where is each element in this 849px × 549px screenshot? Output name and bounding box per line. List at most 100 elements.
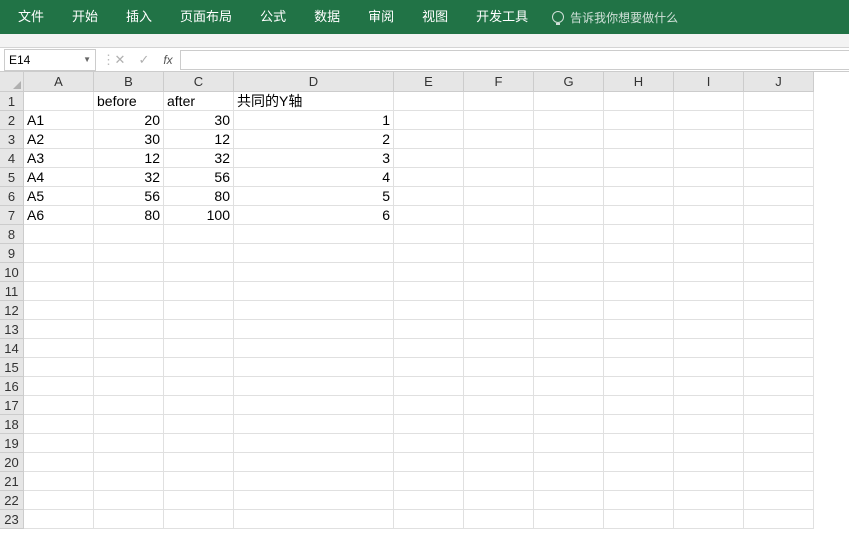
cell[interactable]: 80 — [164, 187, 234, 206]
cell[interactable] — [394, 358, 464, 377]
cell[interactable]: 4 — [234, 168, 394, 187]
cell[interactable] — [674, 244, 744, 263]
cell[interactable] — [744, 377, 814, 396]
cell[interactable] — [24, 282, 94, 301]
cell[interactable] — [534, 415, 604, 434]
ribbon-tab[interactable]: 开发工具 — [462, 0, 542, 34]
cell[interactable] — [674, 396, 744, 415]
cell[interactable] — [234, 396, 394, 415]
cell[interactable] — [164, 472, 234, 491]
row-header[interactable]: 1 — [0, 92, 24, 111]
cell[interactable]: A4 — [24, 168, 94, 187]
cell[interactable] — [94, 472, 164, 491]
cell[interactable] — [94, 377, 164, 396]
row-header[interactable]: 9 — [0, 244, 24, 263]
row-header[interactable]: 4 — [0, 149, 24, 168]
row-header[interactable]: 17 — [0, 396, 24, 415]
cell[interactable] — [394, 187, 464, 206]
cell[interactable] — [744, 396, 814, 415]
cell[interactable] — [604, 187, 674, 206]
cell[interactable] — [604, 168, 674, 187]
cell[interactable] — [164, 320, 234, 339]
cell[interactable] — [464, 244, 534, 263]
cell[interactable] — [24, 320, 94, 339]
cell[interactable] — [164, 244, 234, 263]
cell[interactable] — [674, 358, 744, 377]
cell[interactable] — [744, 168, 814, 187]
cell[interactable] — [394, 510, 464, 529]
column-header[interactable]: H — [604, 72, 674, 92]
row-header[interactable]: 3 — [0, 130, 24, 149]
cell[interactable] — [744, 263, 814, 282]
cell[interactable] — [674, 377, 744, 396]
cell[interactable] — [464, 130, 534, 149]
cell[interactable] — [604, 396, 674, 415]
cell[interactable] — [674, 301, 744, 320]
cell[interactable] — [464, 358, 534, 377]
cell[interactable] — [534, 510, 604, 529]
cell[interactable] — [24, 396, 94, 415]
cell[interactable] — [464, 263, 534, 282]
cell[interactable] — [674, 225, 744, 244]
cell[interactable] — [534, 149, 604, 168]
row-header[interactable]: 20 — [0, 453, 24, 472]
cell[interactable] — [604, 282, 674, 301]
row-header[interactable]: 10 — [0, 263, 24, 282]
cell[interactable] — [234, 453, 394, 472]
column-header[interactable]: D — [234, 72, 394, 92]
cell[interactable] — [164, 225, 234, 244]
cell[interactable] — [604, 491, 674, 510]
cell[interactable] — [534, 377, 604, 396]
cell[interactable] — [744, 130, 814, 149]
cell[interactable] — [234, 434, 394, 453]
cell[interactable] — [534, 244, 604, 263]
cell[interactable] — [394, 339, 464, 358]
cell[interactable] — [24, 301, 94, 320]
cell[interactable] — [24, 263, 94, 282]
cell[interactable] — [464, 339, 534, 358]
column-header[interactable]: A — [24, 72, 94, 92]
cell[interactable] — [164, 453, 234, 472]
cell[interactable] — [674, 187, 744, 206]
cell[interactable] — [674, 111, 744, 130]
cell[interactable] — [24, 472, 94, 491]
cell[interactable] — [604, 301, 674, 320]
cell[interactable] — [164, 358, 234, 377]
row-header[interactable]: 2 — [0, 111, 24, 130]
cell[interactable] — [604, 453, 674, 472]
cell[interactable]: 3 — [234, 149, 394, 168]
cell[interactable]: 56 — [94, 187, 164, 206]
column-header[interactable]: F — [464, 72, 534, 92]
cell[interactable] — [534, 263, 604, 282]
cell[interactable] — [464, 225, 534, 244]
cell[interactable] — [534, 491, 604, 510]
cell[interactable]: 12 — [164, 130, 234, 149]
cell[interactable] — [94, 225, 164, 244]
ribbon-tab[interactable]: 审阅 — [354, 0, 408, 34]
cell[interactable] — [464, 320, 534, 339]
cell[interactable]: after — [164, 92, 234, 111]
cell[interactable] — [604, 358, 674, 377]
cell[interactable] — [604, 263, 674, 282]
cell[interactable] — [604, 510, 674, 529]
cell[interactable] — [394, 415, 464, 434]
cell[interactable] — [94, 453, 164, 472]
cell[interactable] — [24, 491, 94, 510]
column-header[interactable]: C — [164, 72, 234, 92]
cell[interactable] — [94, 301, 164, 320]
row-header[interactable]: 6 — [0, 187, 24, 206]
cell[interactable] — [674, 472, 744, 491]
cell[interactable] — [394, 282, 464, 301]
cell[interactable] — [394, 244, 464, 263]
cell[interactable] — [604, 415, 674, 434]
cell[interactable]: before — [94, 92, 164, 111]
cell[interactable]: 30 — [94, 130, 164, 149]
cell[interactable] — [234, 358, 394, 377]
cell[interactable] — [674, 453, 744, 472]
row-header[interactable]: 21 — [0, 472, 24, 491]
cell[interactable]: 56 — [164, 168, 234, 187]
cell[interactable]: 5 — [234, 187, 394, 206]
cell[interactable] — [534, 339, 604, 358]
row-header[interactable]: 7 — [0, 206, 24, 225]
cell[interactable] — [744, 149, 814, 168]
